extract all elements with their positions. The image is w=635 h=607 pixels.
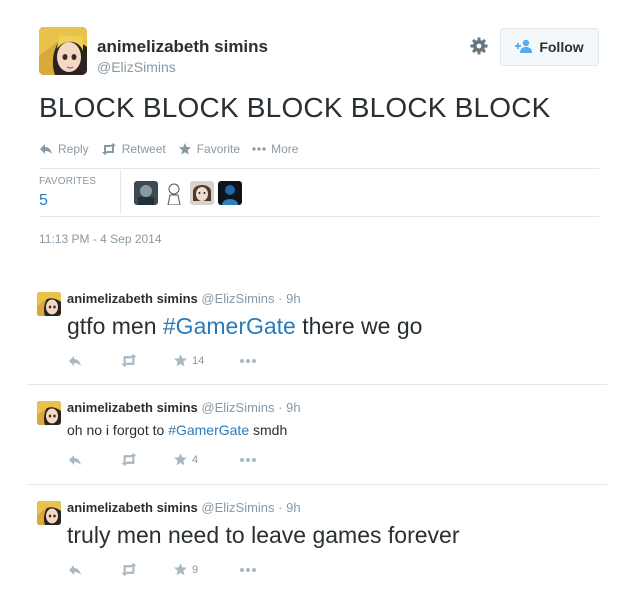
reply-time[interactable]: · 9h (278, 500, 300, 515)
divider (39, 216, 599, 217)
divider (39, 168, 599, 169)
tweet-actions: Reply Retweet Favorite More (39, 142, 298, 156)
reply-actions: 9 (67, 563, 257, 576)
retweet-icon (121, 563, 137, 576)
more-icon (240, 358, 256, 363)
reply-actions: 4 (67, 453, 257, 466)
stats-separator (120, 170, 121, 214)
retweet-icon (121, 354, 137, 367)
favoriter-avatar[interactable] (134, 181, 158, 205)
hashtag-link[interactable]: #GamerGate (168, 422, 249, 438)
reply-text-end: smdh (249, 422, 288, 438)
reply-button[interactable] (67, 355, 120, 367)
reply-header: animelizabeth simins @ElizSimins · 9h (67, 400, 301, 415)
divider (27, 384, 607, 385)
divider (27, 484, 607, 485)
favorite-count: 14 (192, 354, 205, 367)
reply-button[interactable]: Reply (39, 142, 89, 156)
favorite-button[interactable]: Favorite (178, 142, 240, 156)
reply-author-handle[interactable]: @ElizSimins (201, 400, 274, 415)
reply-author-name[interactable]: animelizabeth simins (67, 500, 198, 515)
more-button[interactable]: More (252, 142, 298, 156)
favorite-button[interactable]: 4 (173, 453, 239, 466)
add-user-icon (515, 39, 533, 56)
reply-button[interactable] (67, 564, 120, 576)
favoriter-avatars (134, 181, 242, 205)
reply-time[interactable]: · 9h (278, 291, 300, 306)
favorite-count: 9 (192, 563, 199, 576)
reply-header: animelizabeth simins @ElizSimins · 9h (67, 500, 301, 515)
favoriter-avatar[interactable] (218, 181, 242, 205)
tweet-text: BLOCK BLOCK BLOCK BLOCK BLOCK (39, 92, 551, 123)
reply-icon (69, 564, 81, 575)
reply-time[interactable]: · 9h (278, 400, 300, 415)
reply-text-start: truly men need to leave games forever (67, 522, 460, 548)
reply-avatar[interactable] (37, 401, 61, 425)
reply-author-name[interactable]: animelizabeth simins (67, 291, 198, 306)
reply-author-name[interactable]: animelizabeth simins (67, 400, 198, 415)
star-icon (174, 563, 187, 576)
gear-icon[interactable] (469, 36, 489, 56)
follow-label: Follow (539, 39, 584, 55)
more-label: More (271, 142, 299, 156)
more-button[interactable] (239, 457, 257, 463)
star-icon (178, 143, 191, 155)
reply-text-start: oh no i forgot to (67, 422, 169, 438)
reply-text-start: gtfo men (67, 313, 163, 339)
more-icon (240, 567, 256, 572)
favorite-button[interactable]: 9 (173, 563, 239, 576)
reply-actions: 14 (67, 354, 257, 367)
reply-text: gtfo men #GamerGate there we go (67, 313, 422, 340)
favorite-button[interactable]: 14 (173, 354, 239, 367)
favoriter-avatar[interactable] (190, 181, 214, 205)
retweet-label: Retweet (121, 142, 166, 156)
favoriter-avatar[interactable] (162, 181, 186, 205)
reply-author-handle[interactable]: @ElizSimins (201, 291, 274, 306)
reply-avatar[interactable] (37, 501, 61, 525)
follow-button[interactable]: Follow (500, 28, 599, 66)
tweet-timestamp[interactable]: 11:13 PM - 4 Sep 2014 (39, 232, 162, 246)
reply-icon (40, 144, 52, 154)
reply-avatar[interactable] (37, 292, 61, 316)
hashtag-link[interactable]: #GamerGate (163, 313, 296, 339)
retweet-button[interactable] (120, 453, 173, 466)
reply-author-handle[interactable]: @ElizSimins (201, 500, 274, 515)
author-handle[interactable]: @ElizSimins (97, 59, 176, 75)
author-name[interactable]: animelizabeth simins (97, 37, 268, 57)
retweet-button[interactable] (120, 354, 173, 367)
favorite-label: Favorite (196, 142, 241, 156)
favorite-count: 4 (192, 453, 199, 466)
reply-icon (69, 355, 81, 366)
reply-text-end: there we go (295, 313, 423, 339)
reply-label: Reply (58, 142, 89, 156)
retweet-icon (121, 453, 137, 466)
retweet-button[interactable]: Retweet (101, 142, 166, 156)
retweet-icon (101, 143, 116, 155)
favorites-stat[interactable]: FAVORITES 5 (39, 176, 96, 210)
retweet-button[interactable] (120, 563, 173, 576)
more-button[interactable] (239, 358, 257, 364)
favorites-label: FAVORITES (39, 176, 97, 187)
star-icon (174, 354, 187, 367)
author-avatar[interactable] (39, 27, 87, 75)
more-icon (240, 457, 256, 462)
favorites-count: 5 (39, 192, 48, 209)
reply-text: oh no i forgot to #GamerGate smdh (67, 422, 287, 438)
reply-icon (69, 454, 81, 465)
star-icon (174, 453, 187, 466)
reply-button[interactable] (67, 454, 120, 466)
more-button[interactable] (239, 567, 257, 573)
reply-text: truly men need to leave games forever (67, 522, 459, 549)
reply-header: animelizabeth simins @ElizSimins · 9h (67, 291, 301, 306)
more-icon (252, 147, 266, 151)
